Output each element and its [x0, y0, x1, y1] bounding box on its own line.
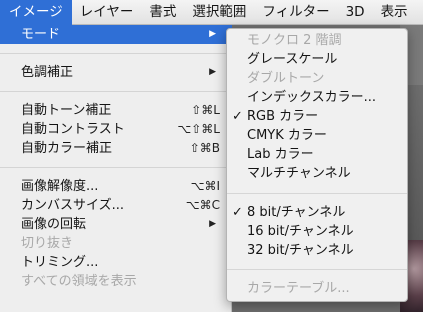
submenu-arrow-icon: ▶ — [209, 67, 216, 77]
menu-item-canvas-size[interactable]: カンバスサイズ... ⌥⌘C — [0, 196, 232, 215]
menu-layer[interactable]: レイヤー — [72, 0, 142, 25]
submenu-item-label: モノクロ 2 階調 — [247, 33, 342, 48]
submenu-item-cmyk-color[interactable]: CMYK カラー — [227, 126, 407, 145]
menu-item-label: モード — [21, 27, 61, 42]
submenu-item-lab-color[interactable]: Lab カラー — [227, 145, 407, 164]
menu-item-image-rotation[interactable]: 画像の回転 ▶ — [0, 215, 232, 234]
submenu-item-label: インデックスカラー... — [247, 90, 377, 105]
menu-image[interactable]: イメージ — [0, 0, 72, 25]
submenu-item-label: CMYK カラー — [247, 128, 327, 143]
menu-type[interactable]: 書式 — [141, 0, 184, 25]
submenu-item-multichannel[interactable]: マルチチャンネル — [227, 164, 407, 183]
submenu-item-label: 8 bit/チャンネル — [247, 205, 346, 220]
menu-bar: イメージ レイヤー 書式 選択範囲 フィルター 3D 表示 — [0, 0, 423, 25]
menu-separator — [0, 167, 232, 168]
submenu-item-rgb-color[interactable]: ✓ RGB カラー — [227, 107, 407, 126]
submenu-separator — [227, 193, 407, 194]
menu-3d[interactable]: 3D — [338, 0, 373, 25]
shortcut-label: ⌥⌘C — [185, 198, 220, 212]
menu-item-label: 自動カラー補正 — [21, 141, 113, 156]
menu-item-mode[interactable]: モード ▶ — [0, 25, 232, 44]
menu-item-label: 画像解像度... — [21, 179, 99, 194]
submenu-item-indexed-color[interactable]: インデックスカラー... — [227, 88, 407, 107]
submenu-item-duotone: ダブルトーン — [227, 69, 407, 88]
menu-item-label: 自動トーン補正 — [21, 103, 112, 118]
menu-item-auto-color[interactable]: 自動カラー補正 ⇧⌘B — [0, 139, 232, 158]
shortcut-label: ⌥⇧⌘L — [177, 122, 220, 136]
submenu-item-label: ダブルトーン — [247, 71, 325, 86]
menu-item-label: 自動コントラスト — [21, 122, 125, 137]
submenu-item-label: 16 bit/チャンネル — [247, 224, 354, 239]
menu-separator — [0, 91, 232, 92]
menu-item-adjustments[interactable]: 色調補正 ▶ — [0, 63, 232, 82]
shortcut-label: ⌥⌘I — [190, 179, 220, 193]
submenu-item-label: グレースケール — [247, 52, 338, 67]
checkmark-icon: ✓ — [232, 109, 243, 124]
shortcut-label: ⇧⌘B — [189, 141, 220, 155]
menu-item-auto-contrast[interactable]: 自動コントラスト ⌥⇧⌘L — [0, 120, 232, 139]
submenu-item-label: カラーテーブル... — [247, 281, 350, 296]
menu-item-label: 切り抜き — [21, 236, 74, 251]
menu-select[interactable]: 選択範囲 — [184, 0, 254, 25]
shortcut-label: ⇧⌘L — [191, 103, 220, 117]
submenu-separator — [227, 269, 407, 270]
image-menu: モード ▶ 色調補正 ▶ 自動トーン補正 ⇧⌘L 自動コントラスト ⌥⇧⌘L 自… — [0, 25, 232, 312]
submenu-item-label: Lab カラー — [247, 147, 314, 162]
menu-item-label: 画像の回転 — [21, 217, 87, 232]
menu-item-label: すべての領域を表示 — [21, 274, 137, 289]
menu-view[interactable]: 表示 — [373, 0, 416, 25]
submenu-item-label: RGB カラー — [247, 109, 319, 124]
submenu-item-grayscale[interactable]: グレースケール — [227, 50, 407, 69]
checkmark-icon: ✓ — [232, 205, 243, 220]
menu-item-label: 色調補正 — [21, 65, 74, 80]
menu-separator — [0, 53, 232, 54]
submenu-item-32bit[interactable]: 32 bit/チャンネル — [227, 241, 407, 260]
menu-item-reveal-all: すべての領域を表示 — [0, 272, 232, 291]
menu-item-image-size[interactable]: 画像解像度... ⌥⌘I — [0, 177, 232, 196]
submenu-arrow-icon: ▶ — [209, 29, 216, 39]
menu-item-label: トリミング... — [21, 255, 99, 270]
submenu-item-label: マルチチャンネル — [247, 166, 351, 181]
menu-item-label: カンバスサイズ... — [21, 198, 125, 213]
submenu-item-label: 32 bit/チャンネル — [247, 243, 354, 258]
submenu-item-8bit[interactable]: ✓ 8 bit/チャンネル — [227, 203, 407, 222]
menu-item-crop: 切り抜き — [0, 234, 232, 253]
menu-item-auto-tone[interactable]: 自動トーン補正 ⇧⌘L — [0, 101, 232, 120]
menu-item-trim[interactable]: トリミング... — [0, 253, 232, 272]
submenu-item-color-table: カラーテーブル... — [227, 279, 407, 298]
submenu-item-16bit[interactable]: 16 bit/チャンネル — [227, 222, 407, 241]
mode-submenu: モノクロ 2 階調 グレースケール ダブルトーン インデックスカラー... ✓ … — [226, 28, 408, 302]
submenu-arrow-icon: ▶ — [209, 219, 216, 229]
menu-filter[interactable]: フィルター — [254, 0, 337, 25]
submenu-item-bitmap: モノクロ 2 階調 — [227, 31, 407, 50]
